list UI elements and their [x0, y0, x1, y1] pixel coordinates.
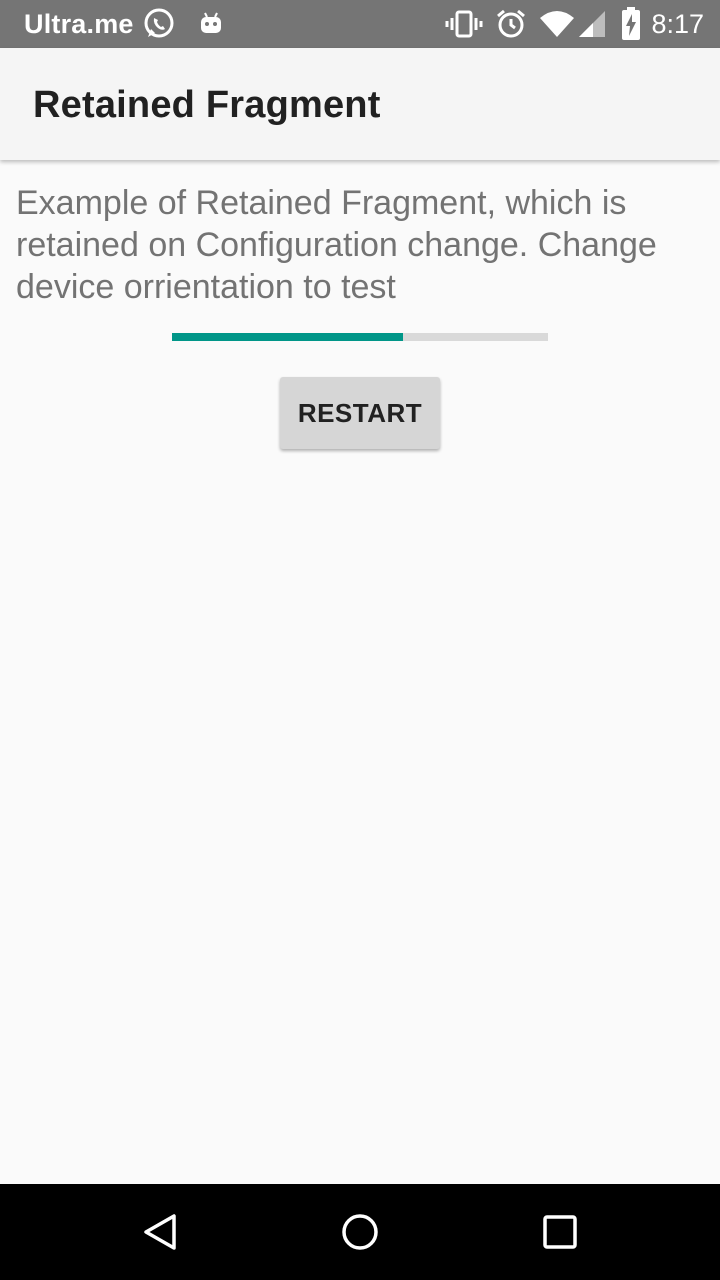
page-title: Retained Fragment [33, 84, 381, 126]
battery-charging-icon [621, 7, 641, 41]
recents-icon [543, 1215, 577, 1249]
back-icon [144, 1214, 176, 1250]
home-button[interactable] [336, 1208, 384, 1256]
alarm-icon [495, 8, 527, 40]
navigation-bar [0, 1184, 720, 1280]
vibrate-icon [445, 9, 483, 39]
back-button[interactable] [136, 1208, 184, 1256]
restart-button[interactable]: RESTART [280, 377, 440, 449]
wifi-icon [539, 10, 575, 38]
status-time: 8:17 [651, 8, 704, 39]
status-right: 8:17 [445, 0, 704, 48]
carrier-name: Ultra.me [24, 8, 134, 39]
whatsapp-icon [142, 7, 176, 41]
app-bar: Retained Fragment [0, 48, 720, 160]
status-bar: Ultra.me 8:17 [0, 0, 720, 48]
android-debug-icon [198, 11, 224, 37]
recents-button[interactable] [536, 1208, 584, 1256]
cell-signal-icon [577, 9, 607, 39]
status-left: Ultra.me [24, 0, 224, 48]
description-text: Example of Retained Fragment, which is r… [16, 184, 657, 306]
progress-fill [172, 333, 404, 341]
progress-bar [172, 333, 548, 341]
main-content: Example of Retained Fragment, which is r… [0, 160, 720, 1184]
home-icon [342, 1214, 378, 1250]
